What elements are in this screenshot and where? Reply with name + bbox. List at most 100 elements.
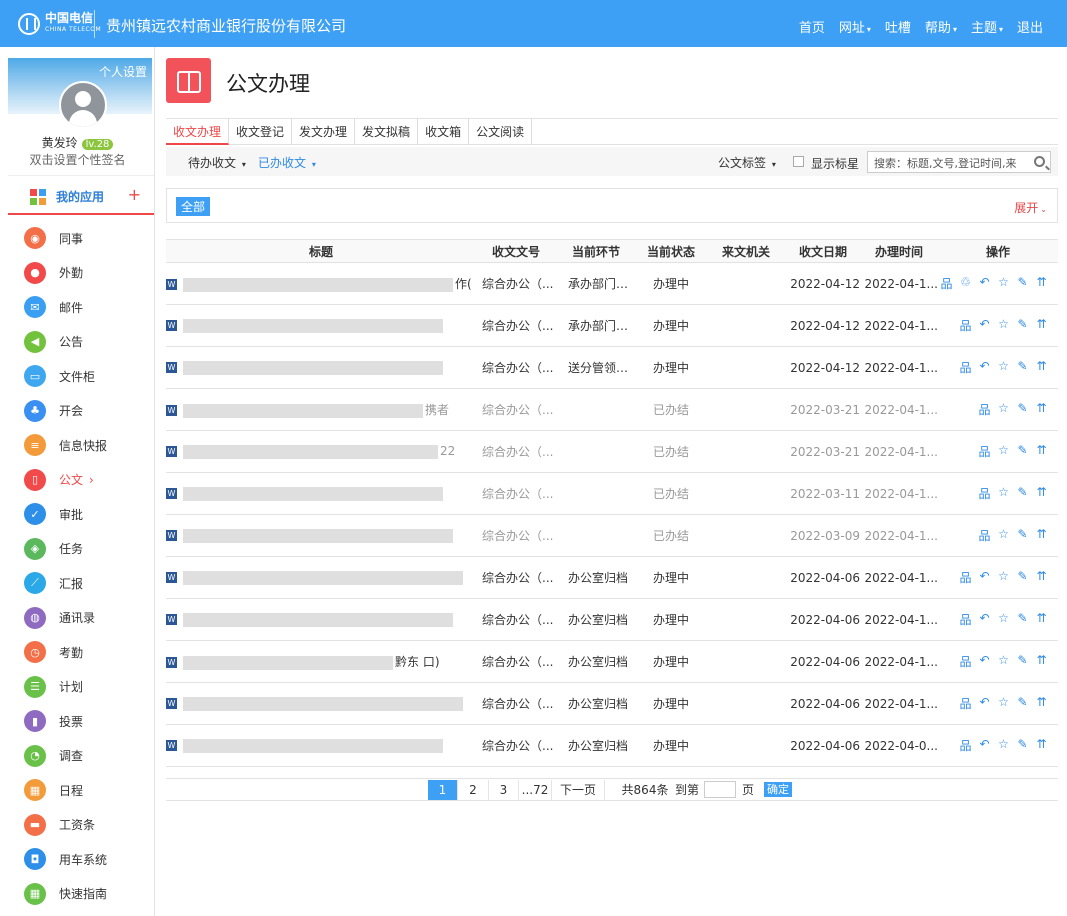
doc-tags-dropdown[interactable]: 公文标签 ▾ [718, 154, 776, 171]
edit-icon[interactable]: ✎ [1016, 401, 1029, 418]
flow-chart-icon[interactable]: 品 [959, 737, 972, 754]
undo-icon[interactable]: ↶ [978, 695, 991, 712]
nav-help[interactable]: 帮助 ▾ [925, 17, 957, 36]
table-row[interactable]: W 综合办公（... 送分管领导... 办理中 2022-04-12 2022-04-1.… [166, 346, 1058, 389]
flow-chart-icon[interactable]: 品 [978, 485, 991, 502]
pin-top-icon[interactable]: ⇈ [1035, 737, 1048, 754]
table-row[interactable]: W 综合办公（... 已办结 2022-03-11 2022-04-1... 品 ☆ ✎ ⇈ [166, 472, 1058, 515]
page-number-input[interactable] [704, 781, 736, 798]
table-row[interactable]: W 22 综合办公（... 已办结 2022-03-21 2022-04-1... 品 ☆ ✎ ⇈ [166, 430, 1058, 473]
sidebar-item-17[interactable]: ▬ 工资条 [24, 813, 95, 837]
sidebar-item-7[interactable]: ▯ 公文 › [24, 468, 94, 492]
flow-chart-icon[interactable]: 品 [959, 569, 972, 586]
edit-icon[interactable]: ✎ [1016, 653, 1029, 670]
sidebar-item-12[interactable]: ◷ 考勤 [24, 640, 83, 664]
star-icon[interactable]: ☆ [997, 653, 1010, 670]
pin-top-icon[interactable]: ⇈ [1035, 653, 1048, 670]
table-row[interactable]: W 综合办公（... 办公室归档 办理中 2022-04-06 2022-04-1... 品… [166, 598, 1058, 641]
sidebar-item-4[interactable]: ▭ 文件柜 [24, 364, 95, 388]
tab-send-handle[interactable]: 发文办理 [292, 119, 356, 145]
col-status[interactable]: 当前状态 [636, 239, 706, 263]
tab-inbox[interactable]: 收文箱 [418, 119, 470, 145]
table-row[interactable]: W 综合办公（... 办公室归档 办理中 2022-04-06 2022-04-0... 品… [166, 724, 1058, 767]
star-icon[interactable]: ☆ [997, 527, 1010, 544]
sidebar-item-8[interactable]: ✓ 审批 [24, 502, 83, 526]
col-title[interactable]: 标题 [166, 239, 476, 263]
add-app-button[interactable]: + [128, 185, 141, 204]
sidebar-item-14[interactable]: ▮ 投票 [24, 709, 83, 733]
doc-title-cell[interactable]: W [166, 724, 476, 767]
pin-top-icon[interactable]: ⇈ [1035, 527, 1048, 544]
flow-chart-icon[interactable]: 品 [940, 275, 953, 292]
pending-receive-dropdown[interactable]: 待办收文 ▾ [188, 154, 246, 171]
sidebar-item-11[interactable]: ◍ 通讯录 [24, 606, 95, 630]
col-doc-no[interactable]: 收文文号 [476, 239, 556, 263]
company-logo[interactable]: 中国电信 CHINA TELECOM [18, 10, 101, 38]
star-icon[interactable]: ☆ [997, 443, 1010, 460]
sidebar-item-18[interactable]: ◘ 用车系统 [24, 847, 107, 871]
page-last[interactable]: ...72 [519, 780, 552, 800]
flow-chart-icon[interactable]: 品 [978, 527, 991, 544]
star-icon[interactable]: ☆ [997, 569, 1010, 586]
sidebar-item-5[interactable]: ♣ 开会 [24, 399, 83, 423]
edit-icon[interactable]: ✎ [1016, 611, 1029, 628]
star-icon[interactable]: ☆ [997, 359, 1010, 376]
nav-logout[interactable]: 退出 [1017, 17, 1043, 36]
sidebar-item-15[interactable]: ◔ 调查 [24, 744, 83, 768]
col-date[interactable]: 收文日期 [786, 239, 860, 263]
recycle-icon[interactable]: ♲ [959, 275, 972, 292]
sidebar-item-1[interactable]: ● 外勤 [24, 261, 83, 285]
tab-doc-read[interactable]: 公文阅读 [469, 119, 533, 145]
flow-chart-icon[interactable]: 品 [978, 443, 991, 460]
pin-top-icon[interactable]: ⇈ [1035, 443, 1048, 460]
flow-chart-icon[interactable]: 品 [959, 695, 972, 712]
table-row[interactable]: W 综合办公（... 已办结 2022-03-09 2022-04-1... 品 ☆ ✎ ⇈ [166, 514, 1058, 557]
table-row[interactable]: W 黔东 口) 综合办公（... 办公室归档 办理中 2022-04-06 2022-04-… [166, 640, 1058, 683]
doc-title-cell[interactable]: W 黔东 口) [166, 640, 476, 683]
edit-icon[interactable]: ✎ [1016, 527, 1029, 544]
expand-toggle[interactable]: 展开 ⌄ [1014, 199, 1047, 216]
doc-title-cell[interactable]: W [166, 682, 476, 725]
doc-title-cell[interactable]: W [166, 346, 476, 389]
nav-feedback[interactable]: 吐槽 [885, 17, 911, 36]
page-3[interactable]: 3 [489, 780, 519, 800]
table-row[interactable]: W 综合办公（... 办公室归档 办理中 2022-04-06 2022-04-1... 品… [166, 682, 1058, 725]
show-star-checkbox[interactable] [793, 156, 804, 167]
nav-links[interactable]: 网址 ▾ [839, 17, 871, 36]
flow-chart-icon[interactable]: 品 [959, 611, 972, 628]
table-row[interactable]: W 综合办公（... 承办部门办... 办理中 2022-04-12 2022-04-1.… [166, 304, 1058, 347]
star-icon[interactable]: ☆ [997, 737, 1010, 754]
pin-top-icon[interactable]: ⇈ [1035, 569, 1048, 586]
doc-title-cell[interactable]: W 22 [166, 430, 476, 473]
table-row[interactable]: W 携者 综合办公（... 已办结 2022-03-21 2022-04-1... 品 ☆ ✎ ⇈ [166, 388, 1058, 431]
col-handle-time[interactable]: 办理时间 [860, 239, 938, 263]
search-icon[interactable] [1034, 156, 1045, 167]
sidebar-item-2[interactable]: ✉ 邮件 [24, 295, 83, 319]
sidebar-item-13[interactable]: ☰ 计划 [24, 675, 83, 699]
flow-chart-icon[interactable]: 品 [978, 401, 991, 418]
edit-icon[interactable]: ✎ [1016, 317, 1029, 334]
sidebar-item-10[interactable]: ⟋ 汇报 [24, 571, 83, 595]
col-agency[interactable]: 来文机关 [706, 239, 786, 263]
star-icon[interactable]: ☆ [997, 485, 1010, 502]
tab-receive-handle[interactable]: 收文办理 [166, 119, 230, 145]
nav-theme[interactable]: 主题 ▾ [971, 17, 1003, 36]
edit-icon[interactable]: ✎ [1016, 485, 1029, 502]
sidebar-item-19[interactable]: ▦ 快速指南 [24, 882, 107, 906]
flow-chart-icon[interactable]: 品 [959, 653, 972, 670]
col-step[interactable]: 当前环节 [556, 239, 636, 263]
star-icon[interactable]: ☆ [997, 695, 1010, 712]
star-icon[interactable]: ☆ [997, 611, 1010, 628]
pin-top-icon[interactable]: ⇈ [1035, 275, 1048, 292]
edit-icon[interactable]: ✎ [1016, 443, 1029, 460]
personal-settings-link[interactable]: 个人设置 [99, 63, 147, 80]
edit-icon[interactable]: ✎ [1016, 569, 1029, 586]
undo-icon[interactable]: ↶ [978, 569, 991, 586]
doc-title-cell[interactable]: W [166, 556, 476, 599]
done-receive-dropdown[interactable]: 已办收文 ▾ [258, 154, 316, 171]
sidebar-item-16[interactable]: ▦ 日程 [24, 778, 83, 802]
sidebar-item-0[interactable]: ◉ 同事 [24, 226, 83, 250]
flow-chart-icon[interactable]: 品 [959, 359, 972, 376]
pin-top-icon[interactable]: ⇈ [1035, 611, 1048, 628]
undo-icon[interactable]: ↶ [978, 317, 991, 334]
